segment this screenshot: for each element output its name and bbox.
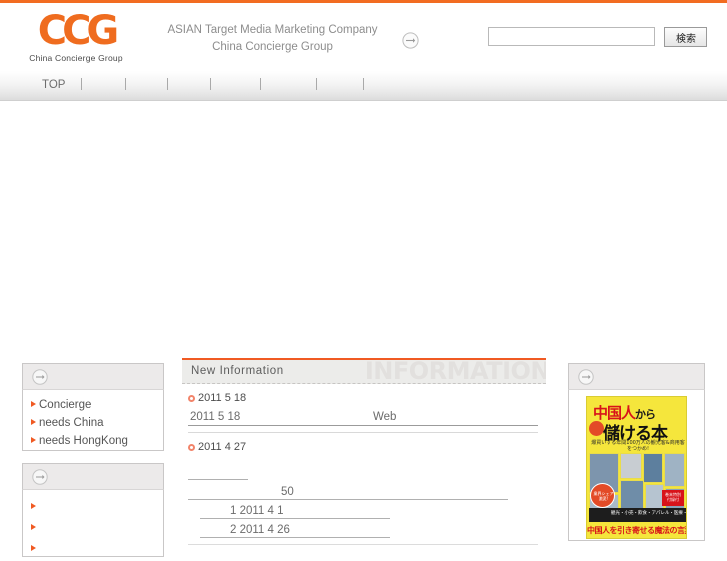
main-banner-area — [0, 101, 727, 355]
book-cover-banner[interactable]: 中国人から 儲ける本 爆買いする年間100万人の観光客&商用客をつかめ! 業界シ… — [586, 396, 687, 539]
news-link-right: Web — [373, 411, 397, 423]
news-link-label: 50 — [281, 486, 294, 498]
news-link[interactable] — [188, 464, 248, 480]
sidebar-item-label: needs China — [39, 417, 104, 429]
nav-separator — [316, 78, 317, 90]
news-list: 2011 5 18 2011 5 18 Web 2011 4 27 50 1 2… — [182, 384, 546, 545]
content-band: Concierge needs China needs HongKong New… — [0, 355, 727, 557]
arrow-circle-right-icon — [578, 369, 594, 390]
sidebar-box-2-body — [22, 489, 164, 557]
information-watermark: INFORMATION — [364, 360, 546, 384]
book-black-strip: 観光・小売・飲食・アパレル・医療・不動産──国内のさまざまなビジネスにチャンス到… — [589, 508, 686, 522]
sidebar-item-label: Concierge — [39, 399, 92, 411]
sidebar-box-concierge: Concierge needs China needs HongKong — [22, 363, 164, 451]
nav-separator — [81, 78, 82, 90]
left-sidebar: Concierge needs China needs HongKong — [22, 363, 164, 557]
triangle-right-icon — [31, 503, 36, 509]
news-link[interactable]: 2011 5 18 Web — [188, 409, 538, 426]
right-sidebar: 中国人から 儲ける本 爆買いする年間100万人の観光客&商用客をつかめ! 業界シ… — [568, 363, 705, 541]
navigation-items: TOP — [0, 71, 727, 100]
target-dot-icon — [188, 444, 195, 451]
page-title: New Information — [191, 365, 284, 377]
book-corner-tag: 巻末特別 付録付 — [662, 490, 684, 506]
news-item: 2011 5 18 2011 5 18 Web — [188, 391, 538, 426]
news-date: 2011 4 27 — [198, 441, 247, 453]
book-seal-text: 業界シェア 激変! — [593, 491, 614, 501]
news-link-label: 2 2011 4 26 — [230, 524, 290, 536]
sidebar-box-2-header — [22, 463, 164, 489]
right-sidebar-body: 中国人から 儲ける本 爆買いする年間100万人の観光客&商用客をつかめ! 業界シ… — [568, 389, 705, 541]
triangle-right-icon — [31, 524, 36, 530]
news-date-row: 2011 5 18 — [188, 391, 538, 406]
sidebar-item-label: needs HongKong — [39, 435, 128, 447]
arrow-circle-right-icon[interactable] — [402, 32, 419, 49]
tagline-line-1: ASIAN Target Media Marketing Company — [167, 24, 378, 36]
sidebar-box-1-header — [22, 363, 164, 389]
divider — [188, 432, 538, 433]
new-information-panel: New Information INFORMATION 2011 5 18 20… — [182, 358, 546, 545]
list-item[interactable] — [23, 519, 163, 540]
site-logo[interactable]: CCG China Concierge Group — [24, 9, 128, 69]
news-link[interactable]: 1 2011 4 1 — [200, 503, 390, 519]
book-subtitle: 爆買いする年間100万人の観光客&商用客をつかめ! — [591, 440, 685, 452]
nav-separator — [210, 78, 211, 90]
nav-separator — [260, 78, 261, 90]
sidebar-item-needs-hongkong[interactable]: needs HongKong — [23, 432, 163, 450]
new-information-header: New Information INFORMATION — [182, 360, 546, 384]
triangle-right-icon — [31, 401, 36, 407]
triangle-right-icon — [31, 419, 36, 425]
triangle-right-icon — [31, 437, 36, 443]
search-form: 検索 — [488, 27, 708, 47]
news-link[interactable]: 50 — [188, 484, 508, 500]
arrow-circle-right-icon — [32, 469, 48, 490]
sidebar-item-needs-china[interactable]: needs China — [23, 414, 163, 432]
logo-wordmark: CCG — [37, 8, 120, 54]
search-input[interactable] — [488, 27, 655, 46]
book-corner-tag-text: 巻末特別 付録付 — [665, 492, 681, 502]
news-date-row: 2011 4 27 — [188, 440, 538, 455]
nav-item-top[interactable]: TOP — [42, 79, 65, 91]
tagline-line-2: China Concierge Group — [212, 41, 333, 53]
nav-separator — [167, 78, 168, 90]
search-submit-button[interactable]: 検索 — [664, 27, 708, 47]
book-seal-badge: 業界シェア 激変! — [590, 483, 615, 508]
nav-separator — [363, 78, 364, 90]
news-link-left: 2011 5 18 — [190, 411, 241, 423]
news-link-label: 1 2011 4 1 — [230, 505, 284, 517]
book-footer-text: 中国人を引き寄せる魔法の言葉とは? — [587, 526, 686, 535]
nav-separator — [125, 78, 126, 90]
triangle-right-icon — [31, 545, 36, 551]
target-dot-icon — [188, 395, 195, 402]
main-navigation: TOP — [0, 71, 727, 101]
book-strip-text: 観光・小売・飲食・アパレル・医療・不動産──国内のさまざまなビジネスにチャンス到… — [611, 511, 687, 516]
sidebar-box-secondary — [22, 463, 164, 557]
logo-subtitle: China Concierge Group — [29, 53, 123, 63]
sidebar-box-1-body: Concierge needs China needs HongKong — [22, 389, 164, 451]
list-item[interactable] — [23, 540, 163, 561]
book-badge-icon — [589, 421, 604, 436]
news-date: 2011 5 18 — [198, 392, 247, 404]
site-tagline: ASIAN Target Media Marketing Company Chi… — [150, 22, 395, 56]
arrow-circle-right-icon — [32, 369, 48, 390]
news-item: 2011 4 27 50 1 2011 4 1 2 2011 4 26 — [188, 440, 538, 538]
list-item[interactable] — [23, 498, 163, 519]
sidebar-item-concierge[interactable]: Concierge — [23, 396, 163, 414]
site-header: CCG China Concierge Group ASIAN Target M… — [0, 3, 727, 71]
news-link[interactable]: 2 2011 4 26 — [200, 522, 390, 538]
right-sidebar-header — [568, 363, 705, 389]
